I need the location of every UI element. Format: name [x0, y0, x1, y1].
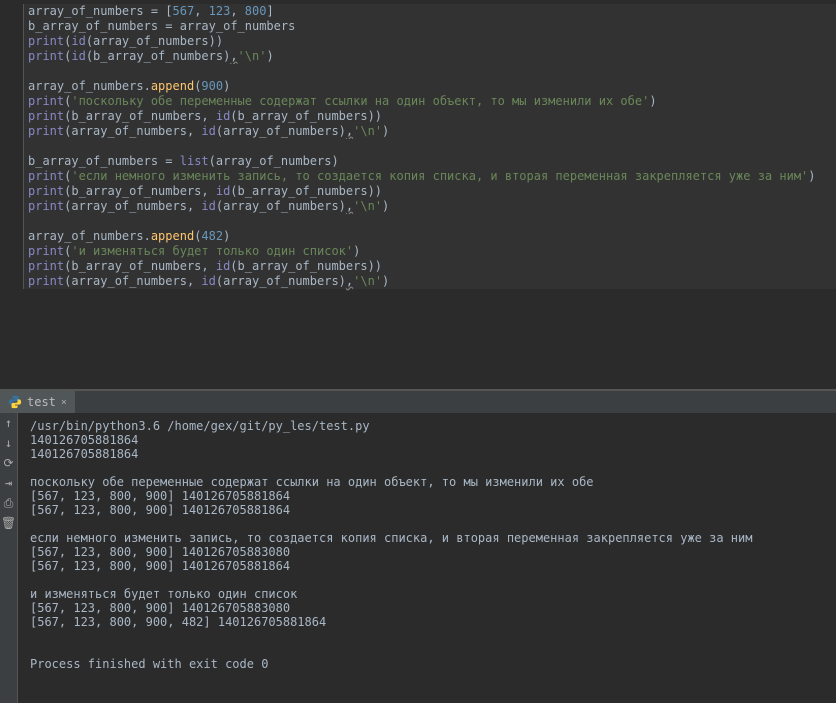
code-line[interactable]: print(array_of_numbers, id(array_of_numb… — [0, 199, 836, 214]
code-content[interactable]: print(array_of_numbers, id(array_of_numb… — [24, 199, 836, 214]
gutter — [0, 259, 24, 274]
code-line[interactable]: print('и изменяться будет только один сп… — [0, 244, 836, 259]
code-content[interactable]: array_of_numbers.append(900) — [24, 79, 836, 94]
tool-button[interactable]: ⇥ — [5, 477, 12, 489]
gutter — [0, 154, 24, 169]
gutter — [0, 19, 24, 34]
code-content[interactable] — [24, 64, 836, 79]
code-content[interactable]: print(array_of_numbers, id(array_of_numb… — [24, 124, 836, 139]
gutter — [0, 34, 24, 49]
code-line[interactable]: print(b_array_of_numbers, id(b_array_of_… — [0, 109, 836, 124]
run-tab-label: test — [27, 395, 56, 409]
code-content[interactable]: print(array_of_numbers, id(array_of_numb… — [24, 274, 836, 289]
code-content[interactable]: print(b_array_of_numbers, id(b_array_of_… — [24, 109, 836, 124]
python-icon — [8, 395, 22, 409]
run-tab[interactable]: test × — [0, 391, 75, 413]
code-line[interactable]: print(id(b_array_of_numbers),'\n') — [0, 49, 836, 64]
code-content[interactable]: b_array_of_numbers = array_of_numbers — [24, 19, 836, 34]
gutter — [0, 64, 24, 79]
code-line[interactable] — [0, 214, 836, 229]
gutter — [0, 169, 24, 184]
gutter — [0, 94, 24, 109]
code-content[interactable] — [24, 214, 836, 229]
code-line[interactable]: print('если немного изменить запись, то … — [0, 169, 836, 184]
code-content[interactable]: b_array_of_numbers = list(array_of_numbe… — [24, 154, 836, 169]
gutter — [0, 184, 24, 199]
console-output[interactable]: /usr/bin/python3.6 /home/gex/git/py_les/… — [18, 413, 836, 703]
code-content[interactable]: array_of_numbers.append(482) — [24, 229, 836, 244]
gutter — [0, 244, 24, 259]
gutter — [0, 139, 24, 154]
code-content[interactable]: print(id(array_of_numbers)) — [24, 34, 836, 49]
gutter — [0, 124, 24, 139]
code-line[interactable]: print(array_of_numbers, id(array_of_numb… — [0, 124, 836, 139]
tool-button[interactable]: 🗑 — [1, 517, 16, 529]
gutter — [0, 4, 24, 19]
code-content[interactable]: print('и изменяться будет только один сп… — [24, 244, 836, 259]
gutter — [0, 49, 24, 64]
code-line[interactable]: print(b_array_of_numbers, id(b_array_of_… — [0, 184, 836, 199]
code-line[interactable]: array_of_numbers.append(900) — [0, 79, 836, 94]
code-line[interactable]: print('поскольку обе переменные содержат… — [0, 94, 836, 109]
console-panel: ↑ ↓ ⟳ ⇥ ⎙ 🗑 /usr/bin/python3.6 /home/gex/git/… — [0, 413, 836, 703]
code-content[interactable]: print(b_array_of_numbers, id(b_array_of_… — [24, 184, 836, 199]
gutter — [0, 229, 24, 244]
code-line[interactable] — [0, 64, 836, 79]
code-line[interactable]: b_array_of_numbers = list(array_of_numbe… — [0, 154, 836, 169]
gutter — [0, 79, 24, 94]
code-content[interactable]: print('поскольку обе переменные содержат… — [24, 94, 836, 109]
code-content[interactable] — [24, 139, 836, 154]
code-line[interactable]: print(b_array_of_numbers, id(b_array_of_… — [0, 259, 836, 274]
tool-button[interactable]: ↑ — [5, 417, 12, 429]
gutter — [0, 274, 24, 289]
code-editor[interactable]: array_of_numbers = [567, 123, 800]b_arra… — [0, 0, 836, 390]
code-line[interactable]: print(id(array_of_numbers)) — [0, 34, 836, 49]
gutter — [0, 214, 24, 229]
tool-button[interactable]: ⎙ — [4, 497, 14, 509]
gutter — [0, 199, 24, 214]
tool-button[interactable]: ↓ — [5, 437, 12, 449]
code-content[interactable]: array_of_numbers = [567, 123, 800] — [24, 4, 836, 19]
gutter — [0, 109, 24, 124]
run-tabs-row: test × — [0, 390, 836, 413]
code-line[interactable]: array_of_numbers.append(482) — [0, 229, 836, 244]
close-icon[interactable]: × — [61, 397, 67, 408]
code-line[interactable] — [0, 139, 836, 154]
code-line[interactable]: array_of_numbers = [567, 123, 800] — [0, 4, 836, 19]
tool-button[interactable]: ⟳ — [3, 457, 13, 469]
code-content[interactable]: print(id(b_array_of_numbers),'\n') — [24, 49, 836, 64]
code-content[interactable]: print('если немного изменить запись, то … — [24, 169, 836, 184]
console-toolbar: ↑ ↓ ⟳ ⇥ ⎙ 🗑 — [0, 413, 18, 703]
code-line[interactable]: b_array_of_numbers = array_of_numbers — [0, 19, 836, 34]
code-content[interactable]: print(b_array_of_numbers, id(b_array_of_… — [24, 259, 836, 274]
code-line[interactable]: print(array_of_numbers, id(array_of_numb… — [0, 274, 836, 289]
